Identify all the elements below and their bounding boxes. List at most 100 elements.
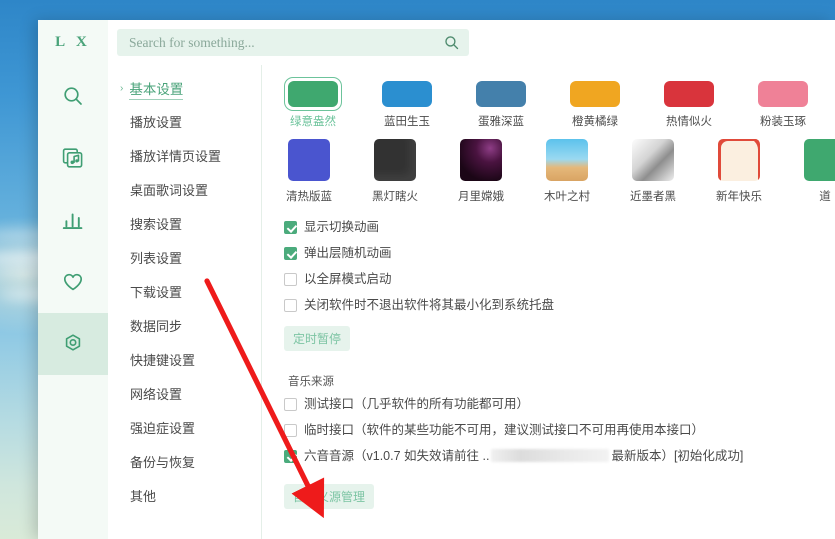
- checkbox-label: 临时接口（软件的某些功能不可用，建议测试接口不可用再使用本接口）: [304, 423, 705, 437]
- checkbox-show-switch-animation[interactable]: 显示切换动画: [284, 220, 835, 234]
- theme-swatch: [476, 81, 526, 107]
- theme-swatch: [382, 81, 432, 107]
- theme-option[interactable]: 橙黄橘绿: [566, 77, 624, 129]
- theme-label: 近墨者黑: [630, 191, 676, 203]
- checkbox-temp-api[interactable]: 临时接口（软件的某些功能不可用，建议测试接口不可用再使用本接口）: [284, 423, 835, 437]
- sidebar-item-search[interactable]: [38, 65, 108, 127]
- theme-swatch: [288, 81, 338, 107]
- checkbox-indicator: [284, 221, 297, 234]
- theme-option[interactable]: 绿意盎然: [284, 77, 342, 129]
- checkbox-indicator: [284, 398, 297, 411]
- music-source-title: 音乐来源: [288, 376, 334, 388]
- nav-group-label: 基本设置: [129, 78, 184, 100]
- theme-label: 蓝田生玉: [384, 116, 430, 128]
- settings-content: 绿意盎然 蓝田生玉 蛋雅深蓝 橙黄橘绿 热情似火 粉装玉琢 清热版蓝 黑灯瞎火 …: [262, 65, 835, 539]
- nav-group-basic-settings[interactable]: › 基本设置: [108, 74, 261, 104]
- theme-swatch: [546, 139, 588, 181]
- theme-option[interactable]: 黑灯瞎火: [370, 135, 420, 204]
- search-icon[interactable]: [443, 34, 460, 56]
- settings-body: › 基本设置 播放设置 播放详情页设置 桌面歌词设置 搜索设置 列表设置 下载设…: [108, 65, 835, 539]
- sidebar-item-settings[interactable]: [38, 313, 108, 375]
- theme-option[interactable]: 热情似火: [660, 77, 718, 129]
- theme-swatch: [758, 81, 808, 107]
- search-box[interactable]: [117, 29, 469, 56]
- nav-item-other[interactable]: 其他: [108, 478, 261, 512]
- theme-label: 橙黄橘绿: [572, 116, 618, 128]
- nav-item-playback[interactable]: 播放设置: [108, 104, 261, 138]
- nav-item-backup-restore[interactable]: 备份与恢复: [108, 444, 261, 478]
- theme-option[interactable]: 月里嫦娥: [456, 135, 506, 204]
- theme-swatch: [804, 139, 835, 181]
- chevron-right-icon: ›: [120, 83, 124, 94]
- theme-label: 粉装玉琢: [760, 116, 806, 128]
- theme-swatch: [664, 81, 714, 107]
- checkbox-indicator: [284, 299, 297, 312]
- nav-item-hotkeys[interactable]: 快捷键设置: [108, 342, 261, 376]
- theme-swatch: [460, 139, 502, 181]
- custom-source-manage-button[interactable]: 自定义源管理: [284, 484, 375, 509]
- songlist-icon: [61, 146, 85, 170]
- nav-item-list-settings[interactable]: 列表设置: [108, 240, 261, 274]
- nav-item-download[interactable]: 下载设置: [108, 274, 261, 308]
- theme-label: 黑灯瞎火: [372, 191, 418, 203]
- theme-label: 新年快乐: [716, 191, 762, 203]
- sidebar-item-ranking[interactable]: [38, 189, 108, 251]
- checkbox-indicator: [284, 450, 297, 463]
- redacted-url: [491, 449, 610, 462]
- settings-icon: [60, 331, 86, 357]
- nav-item-data-sync[interactable]: 数据同步: [108, 308, 261, 342]
- checkbox-indicator: [284, 424, 297, 437]
- checkbox-label: 以全屏模式启动: [304, 272, 392, 286]
- heart-icon: [61, 270, 85, 294]
- checkbox-test-api[interactable]: 测试接口（几乎软件的所有功能都可用）: [284, 397, 835, 411]
- theme-option[interactable]: 近墨者黑: [628, 135, 678, 204]
- checkbox-label: 弹出层随机动画: [304, 246, 392, 260]
- theme-option[interactable]: 清热版蓝: [284, 135, 334, 204]
- checkbox-label: 显示切换动画: [304, 220, 380, 234]
- checkbox-liuyin-source[interactable]: 六音音源（v1.0.7 如失效请前往 .. 最新版本）[初始化成功]: [284, 449, 835, 463]
- sidebar-item-songlist[interactable]: [38, 127, 108, 189]
- theme-swatch: [570, 81, 620, 107]
- theme-label: 道: [819, 191, 831, 203]
- theme-label: 月里嫦娥: [458, 191, 504, 203]
- checkbox-indicator: [284, 273, 297, 286]
- navigation-rail: L X: [38, 20, 108, 539]
- checkbox-popup-random-animation[interactable]: 弹出层随机动画: [284, 246, 835, 260]
- checkbox-label: 六音音源（v1.0.7 如失效请前往 .. 最新版本）[初始化成功]: [304, 449, 743, 463]
- nav-item-playdetail[interactable]: 播放详情页设置: [108, 138, 261, 172]
- theme-row-solid: 绿意盎然 蓝田生玉 蛋雅深蓝 橙黄橘绿 热情似火 粉装玉琢: [284, 77, 835, 129]
- theme-label: 绿意盎然: [290, 116, 336, 128]
- checkbox-minimize-to-tray[interactable]: 关闭软件时不退出软件将其最小化到系统托盘: [284, 298, 835, 312]
- theme-label: 木叶之村: [544, 191, 590, 203]
- app-header: [108, 20, 835, 65]
- theme-option[interactable]: 蛋雅深蓝: [472, 77, 530, 129]
- theme-swatch: [718, 139, 760, 181]
- main-column: › 基本设置 播放设置 播放详情页设置 桌面歌词设置 搜索设置 列表设置 下载设…: [108, 20, 835, 539]
- theme-label: 清热版蓝: [286, 191, 332, 203]
- theme-label: 热情似火: [666, 116, 712, 128]
- checkbox-label: 关闭软件时不退出软件将其最小化到系统托盘: [304, 298, 555, 312]
- nav-item-network[interactable]: 网络设置: [108, 376, 261, 410]
- timer-pause-button[interactable]: 定时暂停: [284, 326, 351, 351]
- theme-swatch: [374, 139, 416, 181]
- general-options: 显示切换动画 弹出层随机动画 以全屏模式启动 关闭软件时不退出软件将其最小化到系…: [284, 220, 835, 351]
- nav-item-ocd[interactable]: 强迫症设置: [108, 410, 261, 444]
- search-input[interactable]: [117, 29, 469, 56]
- theme-row-image: 清热版蓝 黑灯瞎火 月里嫦娥 木叶之村 近墨者黑 新年快乐 道: [284, 135, 835, 204]
- theme-option[interactable]: 新年快乐: [714, 135, 764, 204]
- theme-option[interactable]: 蓝田生玉: [378, 77, 436, 129]
- theme-option[interactable]: 道: [800, 135, 835, 204]
- sidebar-item-favorites[interactable]: [38, 251, 108, 313]
- app-logo: L X: [55, 34, 91, 50]
- theme-label: 蛋雅深蓝: [478, 116, 524, 128]
- checkbox-start-fullscreen[interactable]: 以全屏模式启动: [284, 272, 835, 286]
- theme-option[interactable]: 木叶之村: [542, 135, 592, 204]
- theme-swatch: [632, 139, 674, 181]
- theme-swatch: [288, 139, 330, 181]
- nav-item-search-settings[interactable]: 搜索设置: [108, 206, 261, 240]
- ranking-icon: [61, 208, 85, 232]
- app-window: L X Search for something... › 基本设置 播放设置 …: [38, 20, 835, 539]
- nav-item-desktop-lyric[interactable]: 桌面歌词设置: [108, 172, 261, 206]
- theme-option[interactable]: 粉装玉琢: [754, 77, 812, 129]
- settings-nav: › 基本设置 播放设置 播放详情页设置 桌面歌词设置 搜索设置 列表设置 下载设…: [108, 65, 262, 539]
